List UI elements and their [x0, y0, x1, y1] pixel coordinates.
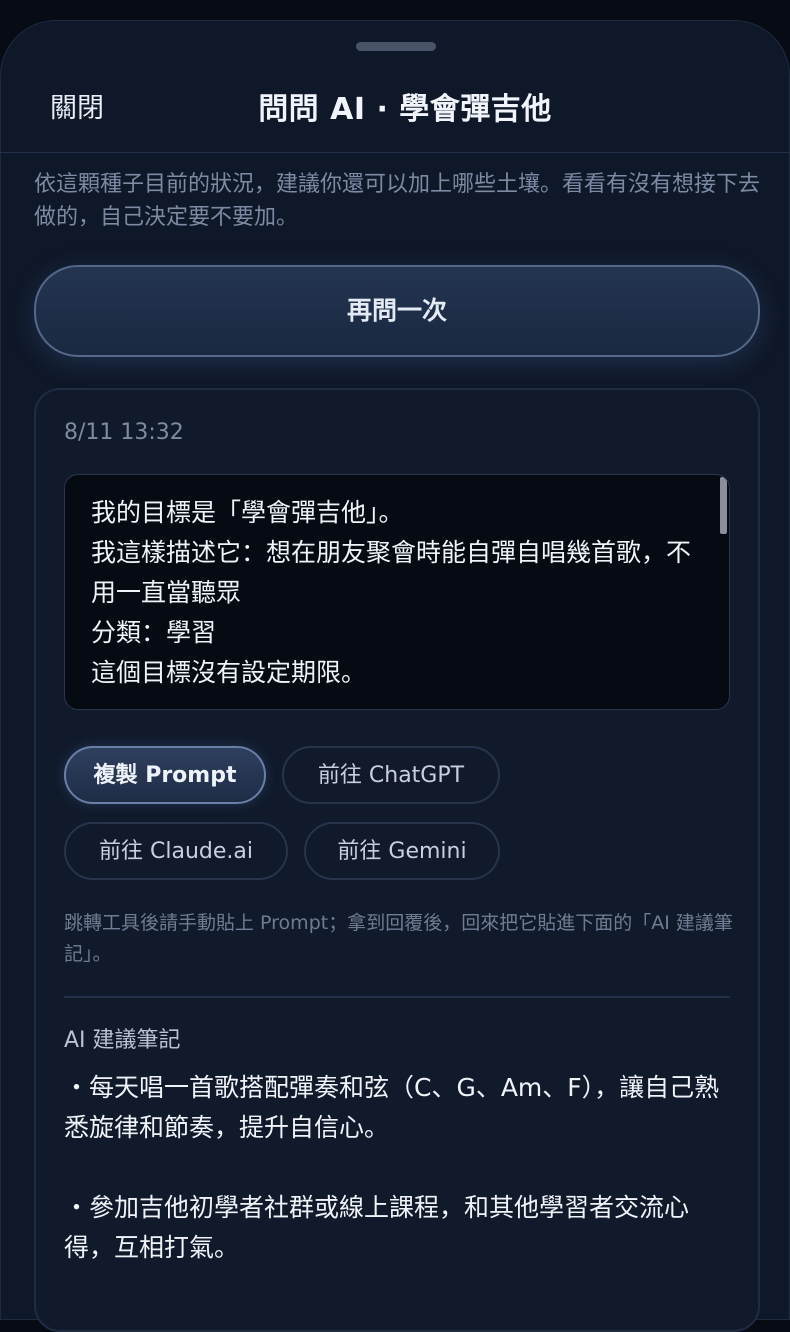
goto-gemini-button[interactable]: 前往 Gemini: [304, 822, 500, 880]
sheet-title: 問問 AI · 學會彈吉他: [258, 92, 552, 127]
ask-again-button[interactable]: 再問一次: [34, 265, 760, 357]
section-divider: [64, 996, 730, 998]
card-timestamp: 8/11 13:32: [64, 420, 184, 445]
intro-description: 依這顆種子目前的狀況，建議你還可以加上哪些土壤。看看有沒有想接下去做的，自己決定…: [34, 172, 761, 230]
copy-prompt-button[interactable]: 複製 Prompt: [64, 746, 266, 804]
ai-request-card: 8/11 13:32 我的目標是「學會彈吉他」。 我這樣描述它：想在朋友聚會時能…: [34, 388, 760, 1332]
goto-chatgpt-button[interactable]: 前往 ChatGPT: [282, 746, 500, 804]
sheet-header: 關閉 問問 AI · 學會彈吉他: [0, 60, 790, 153]
ai-notes-label: AI 建議筆記: [64, 1028, 181, 1053]
prompt-text: 我的目標是「學會彈吉他」。 我這樣描述它：想在朋友聚會時能自彈自唱幾首歌，不用一…: [91, 498, 692, 687]
prompt-textbox[interactable]: 我的目標是「學會彈吉他」。 我這樣描述它：想在朋友聚會時能自彈自唱幾首歌，不用一…: [64, 474, 730, 710]
redirect-hint: 跳轉工具後請手動貼上 Prompt；拿到回覆後，回來把它貼進下面的「AI 建議筆…: [64, 912, 733, 965]
ai-notes-text[interactable]: ・每天唱一首歌搭配彈奏和弦（C、G、Am、F），讓自己熟悉旋律和節奏，提升自信心…: [64, 1068, 724, 1268]
goto-claude-button[interactable]: 前往 Claude.ai: [64, 822, 288, 880]
prompt-scrollbar[interactable]: [720, 477, 727, 534]
sheet-grabber-handle[interactable]: [356, 42, 436, 51]
